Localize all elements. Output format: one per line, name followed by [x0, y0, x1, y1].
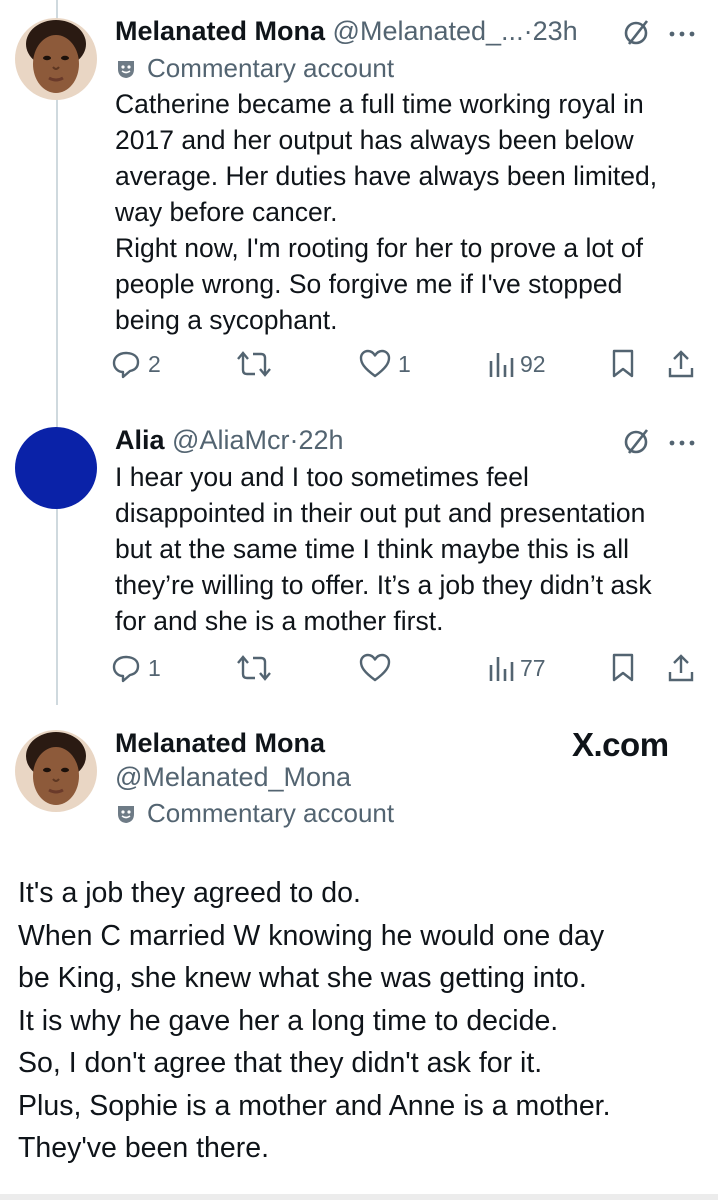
- tweet1-line: 2017 and her output has always been belo…: [115, 125, 634, 155]
- views-icon: [489, 657, 514, 681]
- tweet2-time[interactable]: ·22h: [289, 425, 343, 455]
- tweet1-line: Right now, I'm rooting for her to prove …: [115, 233, 643, 263]
- tweet1-handle[interactable]: @Melanated_...: [333, 16, 524, 46]
- tweet3-line: When C married W knowing he would one da…: [18, 919, 605, 952]
- tweet1-line: being a sycophant.: [115, 305, 338, 335]
- tweet3-line: It's a job they agreed to do.: [18, 877, 361, 909]
- more-icon[interactable]: [668, 26, 696, 44]
- reply-button[interactable]: 1: [110, 648, 161, 688]
- views-count: 77: [520, 654, 546, 681]
- tweet1-header: Melanated Mona @Melanated_...·23h: [115, 14, 578, 48]
- more-icon[interactable]: [668, 435, 696, 453]
- avatar-alia[interactable]: [15, 427, 97, 509]
- heart-icon: [359, 653, 391, 682]
- tweet2-line: disappointed in their out put and presen…: [115, 498, 646, 528]
- tweet2-handle[interactable]: @AliaMcr: [172, 425, 289, 455]
- reply-count: 1: [148, 654, 161, 681]
- tweet1-line: Catherine became a full time working roy…: [115, 89, 644, 119]
- share-icon: [668, 350, 694, 378]
- tweet1-line: people wrong. So forgive me if I've stop…: [115, 269, 623, 299]
- tweet2-actions: 1 77: [110, 648, 702, 688]
- retweet-button[interactable]: [235, 648, 279, 688]
- like-button[interactable]: 1: [358, 344, 411, 384]
- views-count: 92: [520, 350, 546, 377]
- bookmark-button[interactable]: [610, 344, 636, 384]
- reply-icon: [112, 655, 140, 683]
- tweet3-line: be King, she knew what she was getting i…: [18, 962, 587, 994]
- tweet2-line: I hear you and I too sometimes feel: [115, 462, 529, 492]
- tweet2-line: they’re willing to offer. It’s a job the…: [115, 570, 652, 600]
- bookmark-button[interactable]: [610, 648, 636, 688]
- reply-icon: [112, 351, 140, 379]
- xcom-watermark: X.com: [572, 726, 669, 763]
- retweet-button[interactable]: [235, 344, 279, 384]
- tweet1-time[interactable]: ·23h: [524, 16, 578, 46]
- retweet-icon: [237, 351, 271, 377]
- thread-line: [56, 0, 58, 705]
- share-button[interactable]: [666, 648, 696, 688]
- tweet3-commentary-badge: Commentary account: [115, 797, 394, 829]
- tweet1-line: way before cancer.: [115, 197, 338, 227]
- tweet1-text: Catherine became a full time working roy…: [115, 86, 705, 338]
- tweet3-line: So, I don't agree that they didn't ask f…: [18, 1047, 543, 1079]
- tweet3-text: It's a job they agreed to do. When C mar…: [18, 872, 708, 1170]
- retweet-icon: [237, 655, 271, 681]
- bookmark-icon: [612, 349, 634, 378]
- grok-icon[interactable]: [622, 426, 652, 461]
- tweet3-line: They've been there.: [18, 1132, 270, 1164]
- tweet3-handle[interactable]: @Melanated_Mona: [115, 760, 351, 794]
- avatar-melanated-mona[interactable]: [15, 730, 97, 812]
- share-icon: [668, 654, 694, 682]
- tweet1-author-name[interactable]: Melanated Mona: [115, 16, 325, 46]
- grok-icon[interactable]: [622, 17, 652, 52]
- tweet3-author-name[interactable]: Melanated Mona: [115, 726, 325, 760]
- tweet2-line: but at the same time I think maybe this …: [115, 534, 630, 564]
- commentary-badge-icon: [118, 61, 134, 78]
- bookmark-icon: [612, 653, 634, 682]
- like-count: 1: [398, 350, 411, 377]
- tweet3-line: It is why he gave her a long time to dec…: [18, 1004, 559, 1037]
- tweet1-actions: 2 1 92: [110, 344, 702, 384]
- tweet3-line: Plus, Sophie is a mother and Anne is a m…: [18, 1089, 611, 1122]
- tweet2-text: I hear you and I too sometimes feel disa…: [115, 459, 705, 639]
- like-button[interactable]: [358, 648, 398, 688]
- tweet1-line: average. Her duties have always been lim…: [115, 161, 658, 191]
- tweet1-badge-label: Commentary account: [147, 53, 395, 83]
- tweet2-header: Alia @AliaMcr·22h: [115, 423, 344, 457]
- commentary-badge-icon: [118, 806, 134, 823]
- reply-button[interactable]: 2: [110, 344, 161, 384]
- bottom-divider: [0, 1194, 718, 1200]
- avatar-melanated-mona[interactable]: [15, 18, 97, 100]
- share-button[interactable]: [666, 344, 696, 384]
- tweet1-commentary-badge: Commentary account: [115, 52, 394, 84]
- views-icon: [489, 353, 514, 377]
- reply-count: 2: [148, 350, 161, 377]
- views-button[interactable]: 92: [488, 344, 546, 384]
- heart-icon: [359, 349, 391, 378]
- tweet2-line: for and she is a mother first.: [115, 606, 444, 636]
- views-button[interactable]: 77: [488, 648, 546, 688]
- tweet3-badge-label: Commentary account: [147, 798, 395, 828]
- tweet2-author-name[interactable]: Alia: [115, 425, 165, 455]
